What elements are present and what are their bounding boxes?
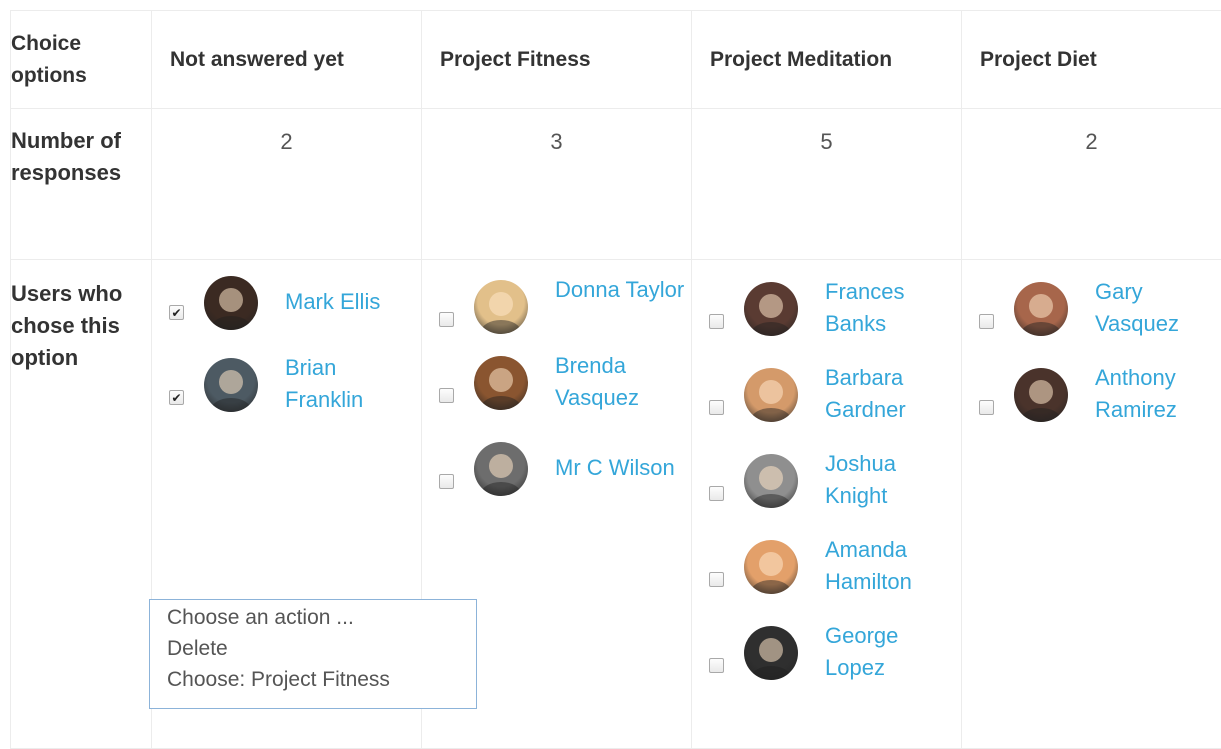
count-project-fitness: 3 [422,109,692,260]
column-header-not-answered: Not answered yet [152,11,422,109]
user-name-link[interactable]: Mark Ellis [285,286,415,318]
user-entry: ✔ Mark Ellis [152,276,421,346]
user-entry: George Lopez [692,626,961,696]
user-name-link[interactable]: Anthony Ramirez [1095,362,1221,426]
action-option-choose-project-fitness[interactable]: Choose: Project Fitness [167,664,476,695]
user-entry: Brenda Vasquez [422,356,691,426]
user-name-link[interactable]: Brian Franklin [285,352,415,416]
avatar-face-icon [474,442,528,496]
action-select[interactable]: Choose an action ... Delete Choose: Proj… [149,599,477,709]
count-project-diet: 2 [962,109,1221,260]
select-user-checkbox[interactable] [709,572,724,587]
users-cell-project-diet: Gary Vasquez Anthony Ramirez [962,260,1221,749]
user-entry: Frances Banks [692,282,961,352]
column-header-project-meditation: Project Meditation [692,11,962,109]
row-label-users: Users who chose this option [11,260,152,749]
select-user-checkbox[interactable] [439,388,454,403]
select-user-checkbox[interactable] [709,400,724,415]
header-row: Choice options Not answered yet Project … [11,11,1221,109]
avatar-face-icon [474,356,528,410]
avatar-face-icon [744,626,798,680]
action-option-choose[interactable]: Choose an action ... [167,602,476,633]
user-entry: ✔Brian Franklin [152,358,421,428]
select-user-checkbox[interactable] [439,312,454,327]
user-name-link[interactable]: Mr C Wilson [555,452,685,484]
avatar-face-icon [744,454,798,508]
avatar-face-icon [474,280,528,334]
user-entry: Anthony Ramirez [962,368,1221,438]
user-name-link[interactable]: Frances Banks [825,276,955,340]
row-label-responses: Number of responses [11,109,152,260]
avatar-face-icon [1014,282,1068,336]
user-avatar [744,626,798,680]
users-cell-project-meditation: Frances Banks Barbara Gardner Joshua Knigh… [692,260,962,749]
user-avatar [474,356,528,410]
user-avatar [744,282,798,336]
column-header-project-diet: Project Diet [962,11,1221,109]
select-user-checkbox[interactable] [979,314,994,329]
user-avatar [744,368,798,422]
user-entry: Mr C Wilson [422,442,691,512]
avatar-face-icon [204,358,258,412]
avatar-face-icon [744,368,798,422]
user-name-link[interactable]: Brenda Vasquez [555,350,685,414]
avatar-face-icon [744,540,798,594]
user-name-link[interactable]: Barbara Gardner [825,362,955,426]
corner-header: Choice options [11,11,152,109]
user-avatar [474,280,528,334]
user-avatar [204,358,258,412]
count-project-meditation: 5 [692,109,962,260]
user-name-link[interactable]: Amanda Hamilton [825,534,955,598]
user-avatar [204,276,258,330]
avatar-face-icon [744,282,798,336]
user-name-link[interactable]: Joshua Knight [825,448,955,512]
column-header-project-fitness: Project Fitness [422,11,692,109]
user-avatar [474,442,528,496]
select-user-checkbox[interactable]: ✔ [169,305,184,320]
count-not-answered: 2 [152,109,422,260]
action-option-delete[interactable]: Delete [167,633,476,664]
user-entry: Joshua Knight [692,454,961,524]
user-entry: Amanda Hamilton [692,540,961,610]
select-user-checkbox[interactable] [979,400,994,415]
select-user-checkbox[interactable] [709,314,724,329]
select-user-checkbox[interactable] [709,658,724,673]
responses-row: Number of responses 2 3 5 2 [11,109,1221,260]
select-user-checkbox[interactable] [439,474,454,489]
user-entry: Gary Vasquez [962,282,1221,352]
select-user-checkbox[interactable] [709,486,724,501]
avatar-face-icon [1014,368,1068,422]
user-name-link[interactable]: Gary Vasquez [1095,276,1221,340]
user-name-link[interactable]: George Lopez [825,620,955,684]
user-avatar [1014,368,1068,422]
user-entry: Barbara Gardner [692,368,961,438]
user-avatar [744,454,798,508]
user-entry: Donna Taylor [422,280,691,350]
user-avatar [744,540,798,594]
user-avatar [1014,282,1068,336]
select-user-checkbox[interactable]: ✔ [169,390,184,405]
user-name-link[interactable]: Donna Taylor [555,274,685,306]
avatar-face-icon [204,276,258,330]
